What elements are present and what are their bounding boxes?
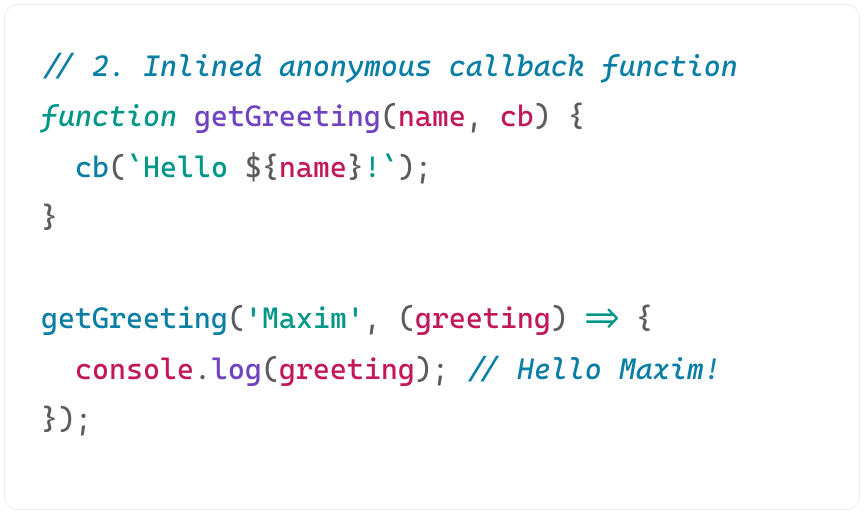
code-punct: } xyxy=(41,200,58,234)
code-punct: , xyxy=(364,301,398,335)
code-identifier: greeting xyxy=(279,352,415,386)
code-punct: ( xyxy=(398,301,415,335)
code-arrow: => xyxy=(585,301,619,335)
code-punct: ( xyxy=(381,99,398,133)
code-punct: ) xyxy=(551,301,568,335)
code-param: cb xyxy=(500,99,534,133)
code-punct: ); xyxy=(398,150,432,184)
code-string: ! xyxy=(364,150,381,184)
code-string: Maxim xyxy=(262,301,347,335)
code-space xyxy=(619,301,636,335)
code-indent xyxy=(41,352,75,386)
code-block: // 2. Inlined anonymous callback functio… xyxy=(41,41,823,445)
code-punct: ( xyxy=(228,301,245,335)
code-interp-close: } xyxy=(347,150,364,184)
code-punct: . xyxy=(194,352,211,386)
code-punct: ( xyxy=(109,150,126,184)
code-call: cb xyxy=(75,150,109,184)
code-function-name: getGreeting xyxy=(194,99,381,133)
code-string: Hello xyxy=(143,150,245,184)
code-punct: ) { xyxy=(534,99,585,133)
code-space xyxy=(568,301,585,335)
code-punct: { xyxy=(636,301,653,335)
code-block-card: // 2. Inlined anonymous callback functio… xyxy=(4,4,860,510)
code-space xyxy=(177,99,194,133)
code-interp-open: ${ xyxy=(245,150,279,184)
code-identifier: console xyxy=(75,352,194,386)
code-keyword: function xyxy=(41,99,177,133)
code-backtick: ` xyxy=(126,150,143,184)
code-punct: ); xyxy=(415,352,466,386)
code-punct: }); xyxy=(41,402,92,436)
code-quote: ' xyxy=(245,301,262,335)
code-interp-var: name xyxy=(279,150,347,184)
code-param: name xyxy=(398,99,466,133)
code-quote: ' xyxy=(347,301,364,335)
code-comment: // Hello Maxim! xyxy=(466,352,721,386)
code-param: greeting xyxy=(415,301,551,335)
code-prop: log xyxy=(211,352,262,386)
code-punct: , xyxy=(466,99,500,133)
code-comment: // 2. Inlined anonymous callback functio… xyxy=(41,49,738,83)
code-backtick: ` xyxy=(381,150,398,184)
code-punct: ( xyxy=(262,352,279,386)
code-call: getGreeting xyxy=(41,301,228,335)
code-indent xyxy=(41,150,75,184)
